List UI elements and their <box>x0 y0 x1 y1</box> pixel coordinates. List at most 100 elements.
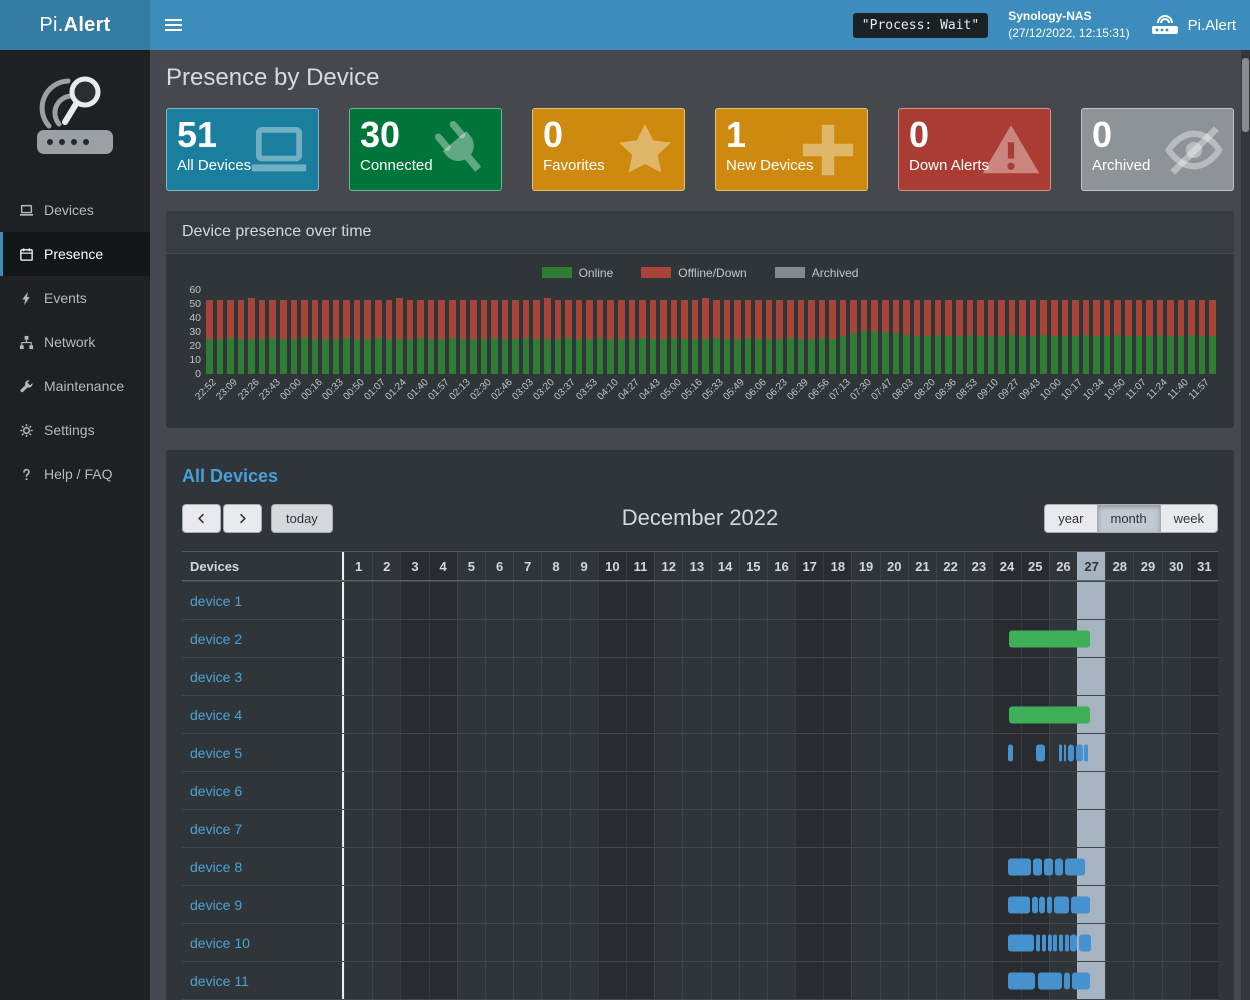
day-cell <box>1133 734 1161 771</box>
device-link[interactable]: device 4 <box>190 707 242 723</box>
chart-bar <box>533 300 540 374</box>
device-link[interactable]: device 11 <box>190 973 249 989</box>
day-cell <box>767 886 795 923</box>
day-cell <box>908 810 936 847</box>
tile-archived[interactable]: 0Archived <box>1081 108 1234 191</box>
sidebar-item-devices[interactable]: Devices <box>0 188 150 232</box>
day-cell <box>570 696 598 733</box>
day-cell <box>908 734 936 771</box>
tile-all-devices[interactable]: 51All Devices <box>166 108 319 191</box>
sidebar-item-label: Events <box>44 290 87 306</box>
day-cell <box>1162 772 1190 809</box>
topbar-app-link[interactable]: Pi.Alert <box>1150 13 1236 37</box>
day-cell <box>344 886 372 923</box>
calendar-next-button[interactable] <box>223 504 262 533</box>
chart-bar <box>956 300 963 374</box>
presence-event-bar <box>1036 744 1044 761</box>
device-link[interactable]: device 5 <box>190 745 242 761</box>
chart-bar <box>607 300 614 374</box>
presence-event-bar <box>1008 972 1035 989</box>
presence-event-bar <box>1042 934 1046 951</box>
device-link[interactable]: device 10 <box>190 935 250 951</box>
y-tick-label: 60 <box>189 284 201 296</box>
day-cell <box>1105 734 1133 771</box>
presence-event-bar <box>1009 630 1090 647</box>
device-link[interactable]: device 6 <box>190 783 242 799</box>
calendar-prev-button[interactable] <box>182 504 221 533</box>
legend-swatch <box>641 267 671 278</box>
device-name-cell: device 8 <box>182 848 344 885</box>
day-cell <box>654 962 682 999</box>
day-cell <box>1077 582 1105 619</box>
device-link[interactable]: device 7 <box>190 821 242 837</box>
day-cell <box>344 734 372 771</box>
day-header-cell: 7 <box>513 552 541 580</box>
sidebar-item-events[interactable]: Events <box>0 276 150 320</box>
chart-bar <box>808 300 815 374</box>
day-cell <box>485 772 513 809</box>
day-cell <box>598 810 626 847</box>
chart-bar <box>650 300 657 374</box>
device-row: device 5 <box>182 733 1218 771</box>
day-header-cell: 9 <box>570 552 598 580</box>
day-cell <box>1133 582 1161 619</box>
device-link[interactable]: device 9 <box>190 897 242 913</box>
calendar-view-year-button[interactable]: year <box>1044 504 1097 533</box>
tile-favorites[interactable]: 0Favorites <box>532 108 685 191</box>
device-link[interactable]: device 8 <box>190 859 242 875</box>
y-tick-label: 50 <box>189 298 201 310</box>
day-cell <box>739 962 767 999</box>
presence-event-bar <box>1070 934 1077 951</box>
day-cell <box>400 772 428 809</box>
day-cell <box>570 658 598 695</box>
day-cell <box>795 734 823 771</box>
day-cell <box>344 924 372 961</box>
calendar-view-month-button[interactable]: month <box>1098 504 1161 533</box>
sidebar-item-maintenance[interactable]: Maintenance <box>0 364 150 408</box>
calendar-view-week-button[interactable]: week <box>1161 504 1218 533</box>
day-cell <box>739 734 767 771</box>
sidebar-menu: DevicesPresence Events NetworkMaintenanceS… <box>0 188 150 496</box>
device-row: device 4 <box>182 695 1218 733</box>
day-cell <box>1105 696 1133 733</box>
day-cell <box>654 582 682 619</box>
day-cell <box>400 658 428 695</box>
day-cell <box>880 620 908 657</box>
sidebar-item-help-faq[interactable]: Help / FAQ <box>0 452 150 496</box>
sidebar-toggle-button[interactable] <box>150 0 196 50</box>
chart-bar <box>481 300 488 374</box>
main-content: Presence by Device 51All Devices30Connec… <box>150 50 1250 1000</box>
chart-x-axis: 22:5223:0923:2623:4300:0000:1600:3300:50… <box>206 374 1220 424</box>
calendar-header-row: Devices123456789101112131415161718192021… <box>182 551 1218 581</box>
chart-bar <box>998 300 1005 374</box>
day-cell <box>682 848 710 885</box>
day-cell <box>429 886 457 923</box>
chart-panel-body: OnlineOffline/DownArchived 6050403020100… <box>166 254 1234 428</box>
day-cell <box>1133 696 1161 733</box>
scrollbar-thumb[interactable] <box>1242 58 1249 132</box>
tile-down-alerts[interactable]: 0Down Alerts <box>898 108 1051 191</box>
day-cell <box>767 620 795 657</box>
day-cell <box>457 696 485 733</box>
chart-bar <box>565 300 572 374</box>
day-cell <box>429 772 457 809</box>
day-cell <box>400 582 428 619</box>
chart-bar <box>681 300 688 374</box>
sidebar-item-presence[interactable]: Presence <box>0 232 150 276</box>
device-row: device 1 <box>182 581 1218 619</box>
tile-connected[interactable]: 30Connected <box>349 108 502 191</box>
calendar-today-button[interactable]: today <box>271 504 333 533</box>
device-link[interactable]: device 3 <box>190 669 242 685</box>
page-scrollbar[interactable] <box>1241 50 1250 1000</box>
tile-new-devices[interactable]: 1New Devices <box>715 108 868 191</box>
day-cell <box>795 658 823 695</box>
chart-bar <box>745 300 752 374</box>
device-link[interactable]: device 1 <box>190 593 242 609</box>
brand-logo[interactable]: Pi.Alert <box>0 0 150 50</box>
device-link[interactable]: device 2 <box>190 631 242 647</box>
sidebar-item-network[interactable]: Network <box>0 320 150 364</box>
day-cell <box>711 962 739 999</box>
sidebar-item-settings[interactable]: Settings <box>0 408 150 452</box>
calendar-panel: All Devices December 2022 today yearmont… <box>166 450 1234 1000</box>
day-cell <box>513 734 541 771</box>
